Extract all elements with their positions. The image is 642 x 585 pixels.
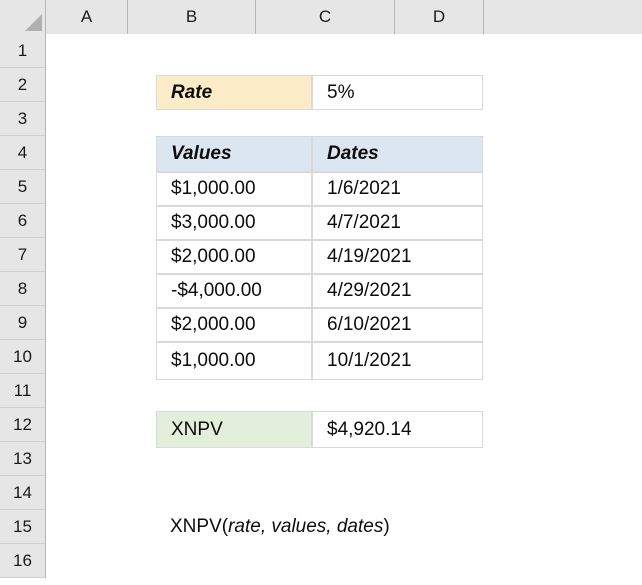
row-header-13[interactable]: 13: [0, 442, 46, 476]
xnpv-value-cell[interactable]: $4,920.14: [312, 411, 483, 448]
row-header-4[interactable]: 4: [0, 136, 46, 170]
table-row[interactable]: 6/10/2021: [312, 308, 483, 342]
table-row[interactable]: 4/7/2021: [312, 206, 483, 240]
syntax-arguments: rate, values, dates: [228, 516, 384, 537]
row-header-3[interactable]: 3: [0, 102, 46, 136]
table-row[interactable]: $2,000.00: [156, 240, 312, 274]
row-header-1[interactable]: 1: [0, 34, 46, 68]
rate-label-cell[interactable]: Rate: [156, 75, 312, 110]
row-header-11[interactable]: 11: [0, 374, 46, 408]
table-row[interactable]: $1,000.00: [156, 342, 312, 380]
select-all-triangle-icon: [25, 14, 42, 31]
table-row[interactable]: $3,000.00: [156, 206, 312, 240]
spreadsheet-grid: A B C D 1 2 3 4 5 6 7 8 9 10 11 12 13 14…: [0, 0, 642, 585]
row-header-2[interactable]: 2: [0, 68, 46, 102]
row-header-16[interactable]: 16: [0, 544, 46, 578]
row-header-14[interactable]: 14: [0, 476, 46, 510]
column-header-b[interactable]: B: [128, 0, 256, 34]
row-header-7[interactable]: 7: [0, 238, 46, 272]
table-row[interactable]: 4/29/2021: [312, 274, 483, 308]
row-header-12[interactable]: 12: [0, 408, 46, 442]
row-header-6[interactable]: 6: [0, 204, 46, 238]
rate-value-cell[interactable]: 5%: [312, 75, 483, 110]
row-header-10[interactable]: 10: [0, 340, 46, 374]
table-header-dates[interactable]: Dates: [312, 136, 483, 172]
row-header-15[interactable]: 15: [0, 510, 46, 544]
table-header-values[interactable]: Values: [156, 136, 312, 172]
table-row[interactable]: 1/6/2021: [312, 172, 483, 206]
table-row[interactable]: -$4,000.00: [156, 274, 312, 308]
column-header-e[interactable]: [484, 0, 642, 34]
row-header-8[interactable]: 8: [0, 272, 46, 306]
table-row[interactable]: 10/1/2021: [312, 342, 483, 380]
syntax-close-paren: ): [383, 516, 390, 537]
table-row[interactable]: $2,000.00: [156, 308, 312, 342]
formula-syntax-text: XNPV(rate, values, dates): [170, 510, 390, 544]
row-header-5[interactable]: 5: [0, 170, 46, 204]
table-row[interactable]: 4/19/2021: [312, 240, 483, 274]
table-row[interactable]: $1,000.00: [156, 172, 312, 206]
syntax-function-name: XNPV(: [170, 516, 229, 537]
row-header-9[interactable]: 9: [0, 306, 46, 340]
column-header-d[interactable]: D: [395, 0, 484, 34]
column-header-c[interactable]: C: [256, 0, 395, 34]
select-all-corner-button[interactable]: [0, 0, 46, 34]
xnpv-label-cell[interactable]: XNPV: [156, 411, 312, 448]
column-header-a[interactable]: A: [46, 0, 128, 34]
